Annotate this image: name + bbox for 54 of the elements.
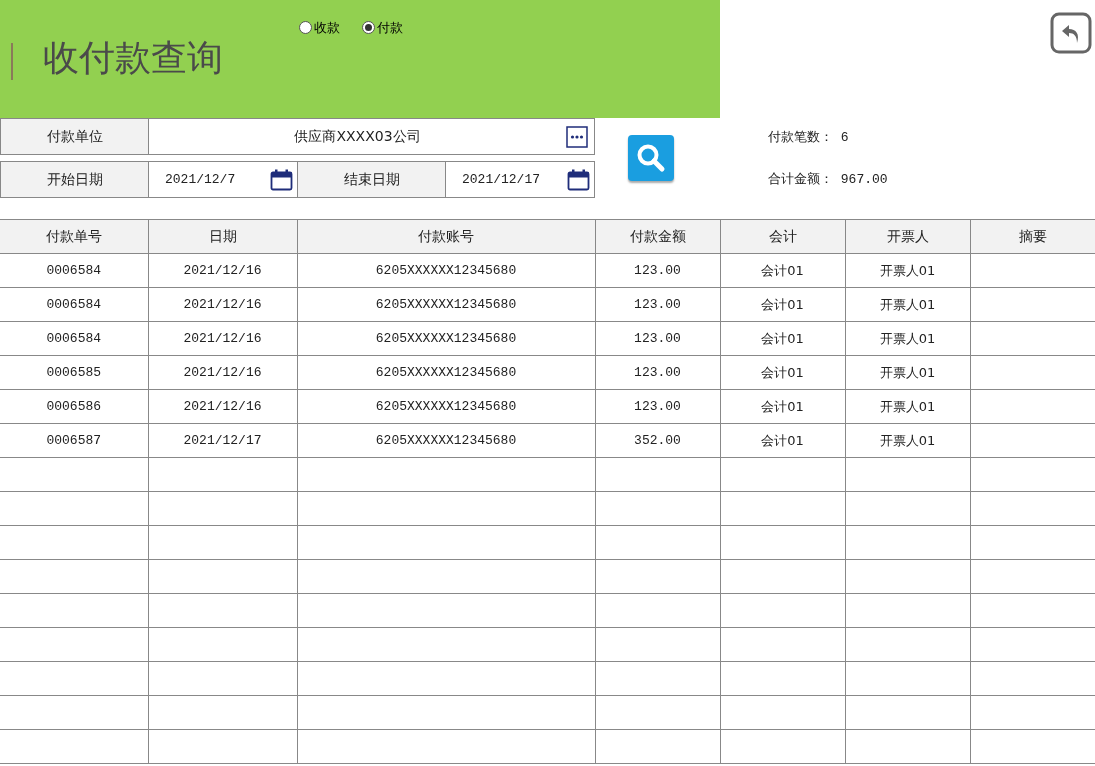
- table-cell: 6205XXXXXX12345680: [297, 389, 595, 424]
- column-header: 付款金额: [595, 219, 720, 254]
- radio-button[interactable]: [299, 21, 312, 35]
- column-header: 付款单号: [0, 219, 148, 254]
- table-cell: 123.00: [595, 355, 720, 390]
- table-cell: 2021/12/16: [148, 355, 297, 390]
- column-header: 摘要: [970, 219, 1095, 254]
- table-cell: 2021/12/16: [148, 253, 297, 288]
- table-cell: 6205XXXXXX12345680: [297, 253, 595, 288]
- table-cell: 会计01: [720, 423, 845, 458]
- page-title: 收付款查询: [43, 36, 223, 80]
- table-cell: 开票人01: [845, 253, 970, 288]
- table-cell: 0006584: [0, 287, 148, 322]
- column-header: 开票人: [845, 219, 970, 254]
- radio-label[interactable]: 付款: [377, 18, 403, 38]
- table-cell: 352.00: [595, 423, 720, 458]
- table-cell: 0006586: [0, 389, 148, 424]
- back-icon[interactable]: [1050, 12, 1092, 54]
- table-cell: 0006584: [0, 321, 148, 356]
- table-cell: 会计01: [720, 287, 845, 322]
- table-cell: 6205XXXXXX12345680: [297, 287, 595, 322]
- table-cell: 开票人01: [845, 423, 970, 458]
- table-cell: 会计01: [720, 389, 845, 424]
- table-cell: 6205XXXXXX12345680: [297, 321, 595, 356]
- table-cell: 123.00: [595, 287, 720, 322]
- table-cell: 123.00: [595, 253, 720, 288]
- table-cell: 0006587: [0, 423, 148, 458]
- table-cell: 2021/12/16: [148, 321, 297, 356]
- radio-button[interactable]: [362, 21, 375, 35]
- table-cell: 2021/12/16: [148, 287, 297, 322]
- search-button[interactable]: [628, 135, 674, 181]
- column-header: 会计: [720, 219, 845, 254]
- table-cell: 123.00: [595, 389, 720, 424]
- summary-text: 付款笔数： 6: [768, 129, 850, 147]
- table-cell: 会计01: [720, 355, 845, 390]
- table-cell: 会计01: [720, 253, 845, 288]
- table-cell: 123.00: [595, 321, 720, 356]
- table-cell: 2021/12/17: [148, 423, 297, 458]
- table-cell: 开票人01: [845, 389, 970, 424]
- summary-text: 合计金额： 967.00: [768, 170, 888, 189]
- radio-label[interactable]: 收款: [314, 18, 340, 38]
- table-cell: 会计01: [720, 321, 845, 356]
- table-cell: 2021/12/16: [148, 389, 297, 424]
- search-icon: [635, 142, 667, 174]
- table-cell: 开票人01: [845, 355, 970, 390]
- table-cell: 6205XXXXXX12345680: [297, 423, 595, 458]
- table-cell: 0006585: [0, 355, 148, 390]
- table-cell: 6205XXXXXX12345680: [297, 355, 595, 390]
- column-header: 日期: [148, 219, 297, 254]
- table-cell: 开票人01: [845, 321, 970, 356]
- table-cell: 0006584: [0, 253, 148, 288]
- title-accent-bar: [11, 43, 13, 80]
- table-cell: 开票人01: [845, 287, 970, 322]
- column-header: 付款账号: [297, 219, 595, 254]
